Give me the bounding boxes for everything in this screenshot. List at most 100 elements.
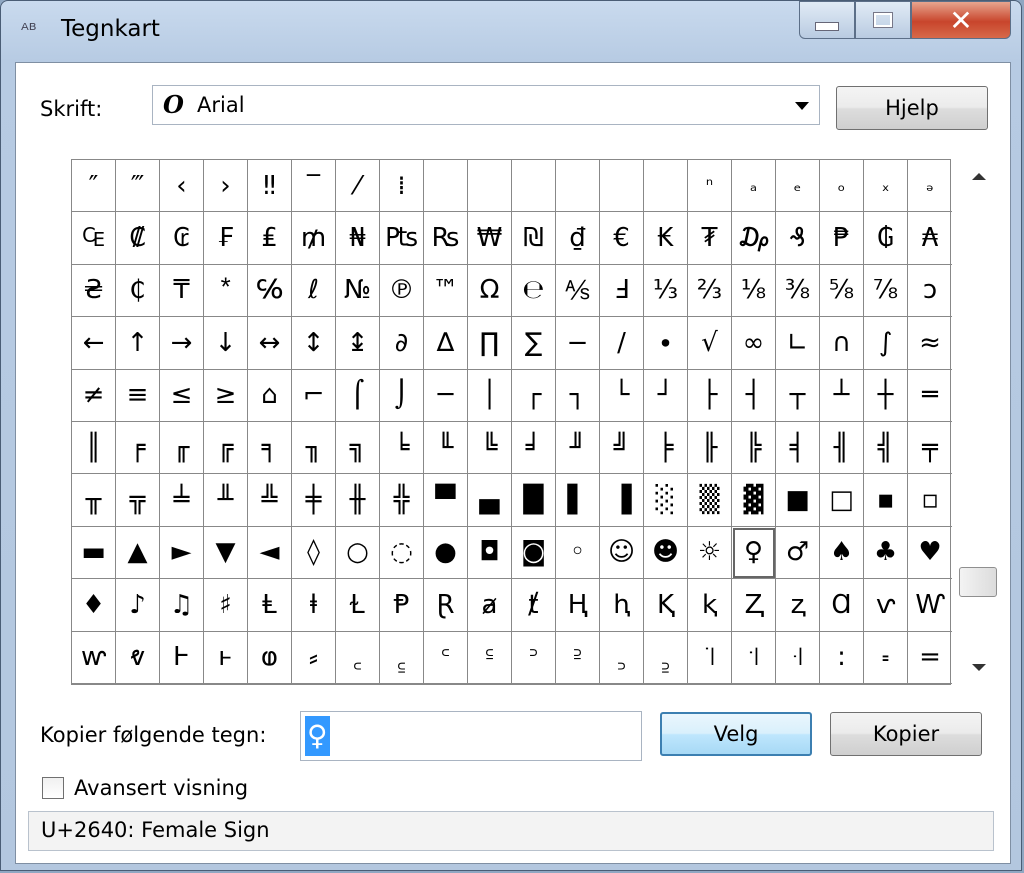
character-cell[interactable]: ╔ [204, 421, 248, 475]
character-cell[interactable]: ꞊ [864, 631, 908, 684]
character-cell[interactable]: ꜆ [600, 631, 644, 684]
character-cell[interactable]: ꜀ [336, 631, 380, 684]
character-cell[interactable]: ♀ [732, 526, 776, 580]
character-cell[interactable]: ╧ [160, 474, 204, 527]
advanced-view-label[interactable]: Avansert visning [74, 776, 248, 800]
character-cell[interactable]: ╟ [688, 421, 732, 475]
character-cell[interactable]: ∆ [424, 317, 468, 370]
copy-button[interactable]: Kopier [830, 712, 982, 756]
character-cell[interactable]: ♫ [160, 579, 204, 632]
character-cell[interactable]: ═ [908, 370, 952, 422]
chevron-down-icon[interactable] [795, 102, 809, 110]
character-cell[interactable]: ╜ [556, 421, 600, 475]
character-cell[interactable]: Ⱳ [908, 579, 952, 632]
character-cell[interactable]: ‼ [248, 160, 292, 213]
character-cell[interactable]: ╪ [292, 474, 336, 527]
character-cell[interactable]: ≤ [160, 369, 204, 422]
character-cell[interactable]: ꜊ [776, 631, 820, 684]
character-cell[interactable]: ▓ [732, 474, 776, 527]
character-cell[interactable]: ₑ [776, 160, 820, 213]
character-cell[interactable]: ▀ [424, 474, 468, 527]
character-cell[interactable]: └ [600, 369, 644, 422]
character-cell[interactable]: ℅ [248, 264, 292, 318]
character-cell[interactable]: ꜅ [556, 631, 600, 684]
character-cell[interactable]: ╘ [380, 421, 424, 475]
character-cell[interactable]: ₲ [864, 212, 908, 265]
character-cell[interactable]: │ [468, 369, 512, 422]
character-cell[interactable]: ╕ [248, 421, 292, 475]
character-cell[interactable]: ₯ [732, 212, 776, 265]
character-cell[interactable]: □ [820, 474, 864, 527]
character-cell[interactable]: ₢ [160, 212, 204, 265]
character-cell[interactable]: ꜁ [380, 631, 424, 684]
character-cell[interactable] [556, 160, 600, 213]
character-cell[interactable]: ₱ [820, 212, 864, 265]
character-cell[interactable]: ╗ [336, 421, 380, 475]
character-cell[interactable]: ₫ [556, 212, 600, 265]
character-cell[interactable]: ℮ [512, 264, 556, 318]
character-cell[interactable]: ⁿ [688, 160, 732, 213]
character-cell[interactable]: ∩ [820, 317, 864, 370]
font-dropdown[interactable]: O Arial [152, 85, 820, 125]
character-cell[interactable]: ╛ [512, 421, 556, 475]
character-cell[interactable]: ◙ [512, 526, 556, 580]
character-cell[interactable] [424, 160, 468, 213]
character-cell[interactable]: ⱳ [72, 631, 116, 684]
scrollbar-thumb[interactable] [959, 567, 997, 597]
character-cell[interactable]: − [556, 317, 600, 370]
character-cell[interactable]: ⱥ [468, 579, 512, 632]
character-cell[interactable]: ⱷ [248, 631, 292, 684]
character-cell[interactable] [600, 160, 644, 213]
character-cell[interactable] [512, 160, 556, 213]
character-cell[interactable]: ╡ [776, 421, 820, 475]
character-cell[interactable]: ⁄ [336, 160, 380, 213]
character-cell[interactable]: ↑ [116, 317, 160, 370]
character-cell[interactable]: ♯ [204, 579, 248, 632]
character-cell[interactable]: ℓ [292, 264, 336, 318]
character-cell[interactable]: ∏ [468, 317, 512, 370]
character-cell[interactable]: ♦ [72, 579, 116, 632]
character-cell[interactable]: ► [160, 526, 204, 580]
character-cell[interactable]: ⅞ [864, 264, 908, 318]
character-cell[interactable]: ▐ [600, 474, 644, 527]
character-cell[interactable]: ╤ [908, 422, 952, 475]
character-cell[interactable]: ↕ [292, 317, 336, 370]
character-cell[interactable]: ₧ [380, 212, 424, 265]
character-cell[interactable]: ₴ [72, 264, 116, 318]
character-cell[interactable]: ☼ [688, 526, 732, 580]
character-cell[interactable]: ⁞ [380, 160, 424, 213]
character-cell[interactable]: ┬ [776, 369, 820, 422]
character-cell[interactable]: ꜈ [688, 631, 732, 684]
character-cell[interactable]: € [600, 212, 644, 265]
character-cell[interactable]: ▌ [556, 474, 600, 527]
character-cell[interactable]: ↨ [336, 317, 380, 370]
character-cell[interactable]: ꜇ [644, 631, 688, 684]
character-cell[interactable]: ↓ [204, 317, 248, 370]
character-cell[interactable]: ₰ [776, 212, 820, 265]
character-cell[interactable]: ╥ [72, 474, 116, 527]
character-cell[interactable]: ₵ [116, 264, 160, 318]
character-cell[interactable]: ⅜ [776, 264, 820, 318]
character-cell[interactable]: Ⱨ [556, 579, 600, 632]
character-cell[interactable]: Ⱬ [732, 579, 776, 632]
character-cell[interactable]: ▄ [468, 474, 512, 527]
character-cell[interactable] [468, 160, 512, 213]
character-cell[interactable]: ● [424, 526, 468, 580]
character-cell[interactable]: ⌂ [248, 369, 292, 422]
select-button[interactable]: Velg [660, 712, 812, 756]
character-cell[interactable]: ╒ [116, 421, 160, 475]
character-cell[interactable]: ꜉ [732, 631, 776, 684]
character-cell[interactable]: ╩ [248, 474, 292, 527]
character-cell[interactable]: ║ [72, 421, 116, 475]
character-cell[interactable]: ⌠ [336, 369, 380, 422]
character-cell[interactable]: ◦ [556, 526, 600, 580]
character-cell[interactable]: ∫ [864, 317, 908, 370]
scroll-down-icon[interactable] [972, 664, 986, 671]
character-cell[interactable]: ♠ [820, 526, 864, 580]
character-cell[interactable]: ◄ [248, 526, 292, 580]
character-cell[interactable]: √ [688, 317, 732, 370]
character-cell[interactable]: ™ [424, 264, 468, 318]
character-cell[interactable]: ↔ [248, 317, 292, 370]
character-cell[interactable]: ⱴ [116, 631, 160, 684]
character-cell[interactable]: ↄ [908, 265, 952, 318]
